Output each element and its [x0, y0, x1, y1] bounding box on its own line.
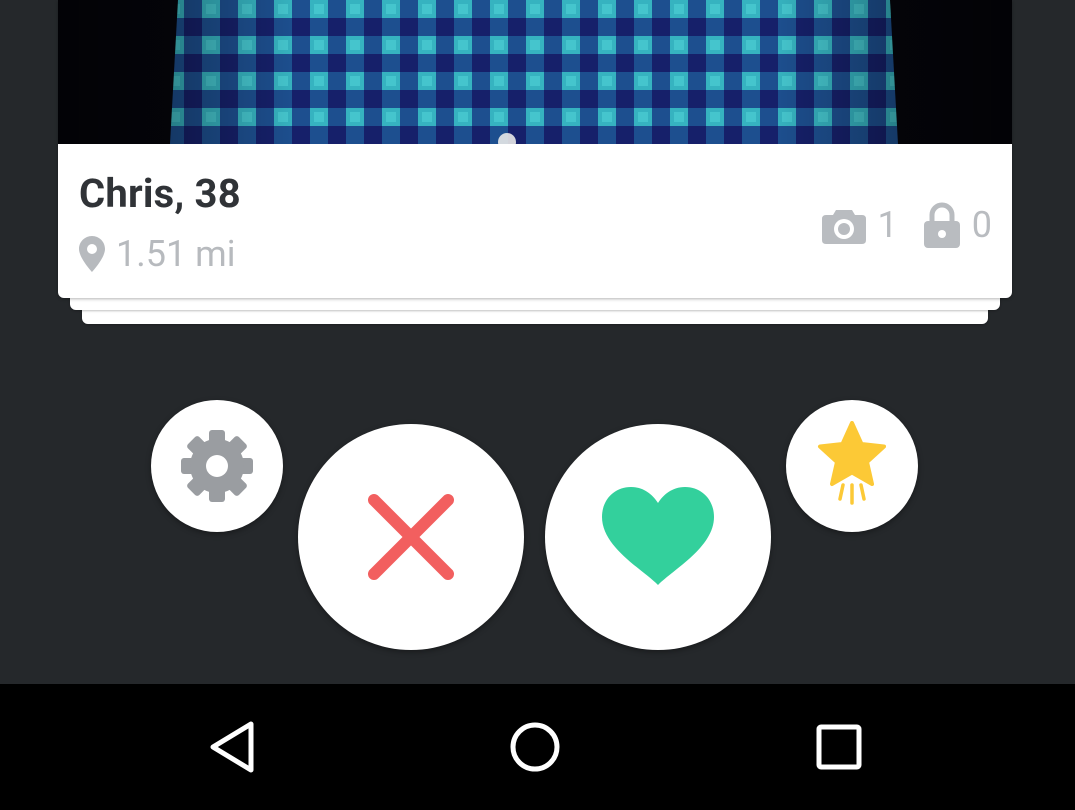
- nav-back-button[interactable]: [192, 712, 272, 782]
- profile-name-age: Chris, 38: [79, 170, 241, 217]
- gear-icon: [181, 430, 253, 502]
- profile-photo[interactable]: [58, 0, 1012, 144]
- map-pin-icon: [79, 236, 105, 272]
- private-photo-count: 0: [971, 204, 992, 246]
- square-recents-icon: [816, 724, 862, 770]
- like-button[interactable]: [545, 424, 771, 650]
- nav-home-button[interactable]: [495, 712, 575, 782]
- close-x-icon: [368, 494, 454, 580]
- profile-card[interactable]: Chris, 38 1.51 mi 1 0: [58, 0, 1012, 298]
- nope-button[interactable]: [298, 424, 524, 650]
- distance-text: 1.51 mi: [116, 233, 236, 275]
- distance-row: 1.51 mi: [79, 232, 235, 276]
- public-photos-stat: 1: [821, 204, 898, 246]
- circle-home-icon: [510, 722, 560, 772]
- triangle-back-icon: [210, 721, 254, 773]
- private-photos-stat: 0: [923, 202, 992, 248]
- profile-info: Chris, 38 1.51 mi 1 0: [58, 144, 1012, 298]
- camera-icon: [821, 210, 866, 244]
- nav-recents-button[interactable]: [799, 712, 879, 782]
- public-photo-count: 1: [877, 204, 898, 246]
- settings-button[interactable]: [151, 400, 283, 532]
- star-boost-icon: [818, 421, 886, 505]
- android-nav-bar: [0, 684, 1075, 810]
- photo-stats: 1 0: [821, 202, 992, 248]
- super-like-button[interactable]: [786, 400, 918, 532]
- lock-icon: [923, 202, 960, 248]
- heart-icon: [602, 487, 714, 585]
